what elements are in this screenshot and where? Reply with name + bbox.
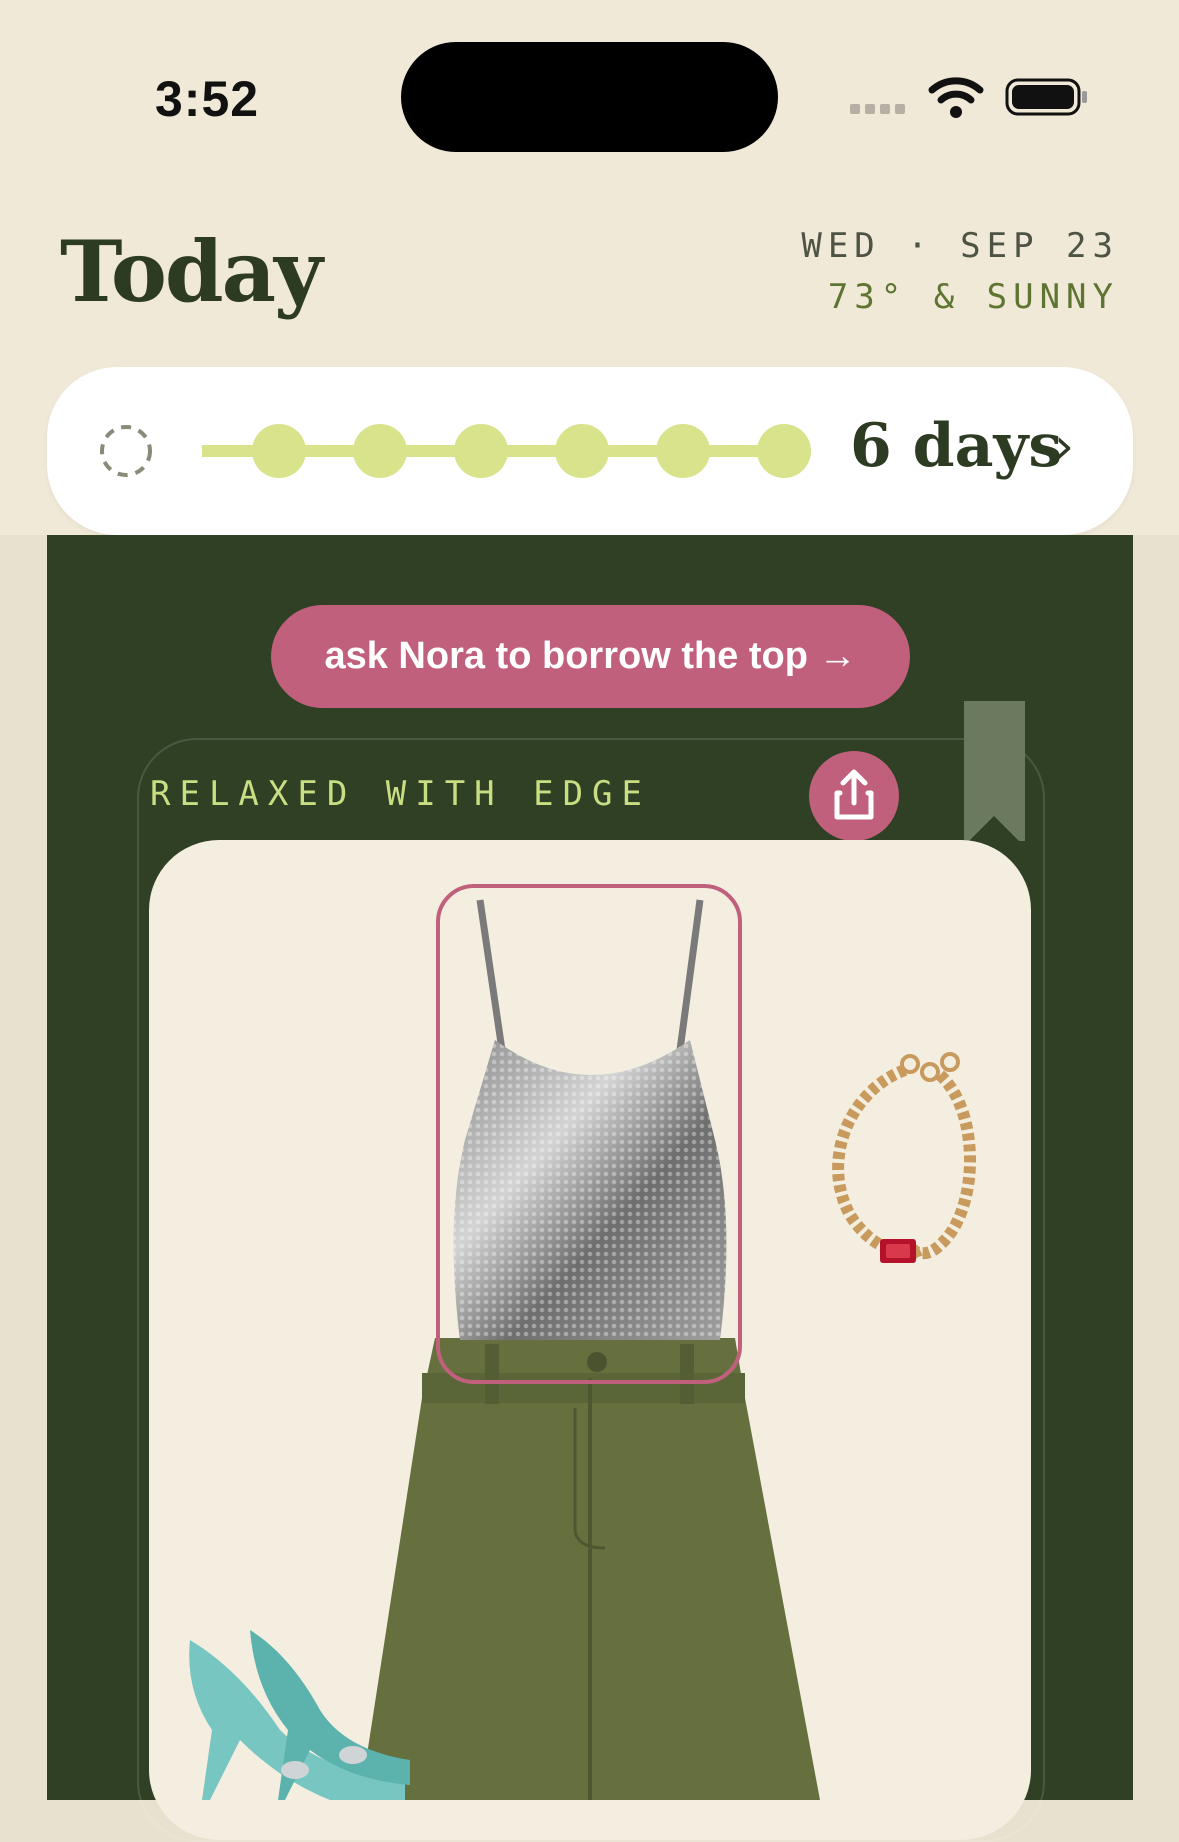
streak-progress (202, 424, 811, 478)
signal-icon (850, 104, 905, 114)
selected-item-highlight (436, 884, 742, 1384)
wifi-icon (928, 77, 984, 118)
streak-count: 6 days (850, 411, 1063, 481)
heels-item[interactable] (170, 1630, 410, 1800)
share-icon (834, 769, 874, 820)
weather-label: 73° & SUNNY (827, 277, 1119, 317)
battery-icon (1005, 78, 1087, 116)
status-time: 3:52 (155, 71, 260, 127)
share-button[interactable] (809, 751, 899, 841)
necklace-item[interactable] (820, 1050, 980, 1275)
dynamic-island (401, 42, 778, 152)
borrow-request-button[interactable]: ask Nora to borrow the top → (271, 605, 910, 708)
date-label: WED · SEP 23 (801, 226, 1119, 266)
look-label: RELAXED WITH EDGE (150, 774, 651, 814)
streak-card[interactable]: 6 days › (47, 367, 1133, 535)
chevron-right-icon: › (1054, 417, 1074, 475)
streak-today-icon (100, 425, 152, 477)
status-icons (850, 77, 1087, 118)
page-title: Today (60, 222, 323, 321)
skirt-item[interactable] (360, 1338, 820, 1800)
